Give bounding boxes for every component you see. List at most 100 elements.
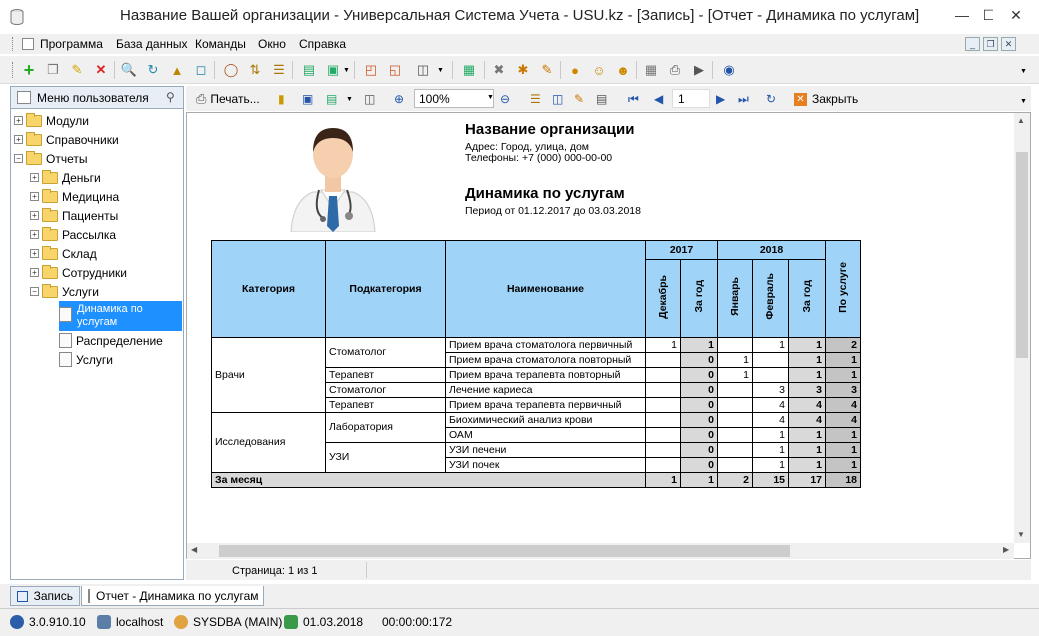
tools-icon[interactable]: ✖ xyxy=(490,61,508,79)
pin-icon[interactable]: ⚲ xyxy=(166,90,175,104)
first-page-icon[interactable]: ⏮ xyxy=(628,90,639,108)
collapse-icon[interactable]: − xyxy=(30,287,39,296)
expand-icon[interactable]: + xyxy=(30,249,39,258)
mdi-restore-button[interactable]: ❐ xyxy=(983,37,998,51)
chevron-down-icon[interactable]: ▼ xyxy=(346,96,353,103)
page-number-input[interactable]: 1 xyxy=(672,89,710,108)
next-page-icon[interactable]: ▶ xyxy=(716,90,725,108)
filter-icon[interactable]: ▲ xyxy=(168,61,186,79)
users-icon[interactable]: ☺ xyxy=(590,61,608,79)
close-window-icon[interactable]: ◱ xyxy=(386,61,404,79)
cell-subcategory: Терапевт xyxy=(325,397,446,413)
open-folder-icon[interactable]: ▮ xyxy=(278,90,285,108)
outline-icon[interactable]: ☰ xyxy=(530,90,541,108)
info-icon[interactable]: ◉ xyxy=(720,61,738,79)
close-label: Закрыть xyxy=(812,92,859,106)
edit-report-icon[interactable]: ✎ xyxy=(574,90,584,108)
toolbar-overflow-icon[interactable]: ▼ xyxy=(1020,98,1027,105)
vertical-scroll-thumb[interactable] xyxy=(1016,152,1028,358)
scroll-left-icon[interactable]: ◀ xyxy=(191,545,197,554)
scroll-down-icon[interactable]: ▼ xyxy=(1017,530,1025,539)
copy-icon[interactable]: ❐ xyxy=(44,61,62,79)
notes-icon[interactable]: ✎ xyxy=(538,61,556,79)
close-report-button[interactable]: ✕ Закрыть xyxy=(794,90,858,108)
puzzle-icon[interactable]: ✱ xyxy=(514,61,532,79)
tree-item-1[interactable]: + Справочники xyxy=(14,130,182,149)
tree-item-3[interactable]: + Деньги xyxy=(14,168,182,187)
user-menu-panel: Меню пользователя ⚲ + Модули + Справочники −… xyxy=(10,86,184,580)
tree-item-0[interactable]: + Модули xyxy=(14,111,182,130)
menu-window[interactable]: Окно xyxy=(258,37,286,51)
search-icon[interactable]: 🔍 xyxy=(120,61,138,79)
tree-item-5[interactable]: + Пациенты xyxy=(14,206,182,225)
prev-page-icon[interactable]: ◀ xyxy=(654,90,663,108)
expand-icon[interactable]: + xyxy=(14,116,23,125)
horizontal-scroll-thumb[interactable] xyxy=(219,545,790,557)
tree-item-7[interactable]: + Склад xyxy=(14,244,182,263)
refresh-icon[interactable]: ↻ xyxy=(144,61,162,79)
expand-icon[interactable]: + xyxy=(30,192,39,201)
menu-commands[interactable]: Команды xyxy=(195,37,246,51)
chevron-down-icon[interactable]: ▼ xyxy=(343,67,350,74)
expand-icon[interactable]: + xyxy=(30,230,39,239)
group-icon[interactable]: ☰ xyxy=(270,61,288,79)
menu-program[interactable]: Программа xyxy=(40,37,103,51)
thumbnails-icon[interactable]: ◫ xyxy=(552,90,563,108)
add-icon[interactable]: + xyxy=(20,60,38,80)
print-preview-icon[interactable]: ◫ xyxy=(414,61,432,79)
report-settings-icon[interactable]: ▤ xyxy=(596,90,607,108)
total-y17: 1 xyxy=(680,472,718,488)
scroll-right-icon[interactable]: ▶ xyxy=(1003,545,1009,554)
comment-icon[interactable]: ◻ xyxy=(192,61,210,79)
chevron-down-icon[interactable]: ▼ xyxy=(437,67,444,74)
menu-database[interactable]: База данных xyxy=(116,37,187,51)
print-button[interactable]: ⎙ Печать... xyxy=(196,90,260,108)
export-icon[interactable]: ▤ xyxy=(300,61,318,79)
new-window-icon[interactable]: ◰ xyxy=(362,61,380,79)
zoom-in-icon[interactable]: ⊕ xyxy=(394,90,404,108)
lock-icon[interactable]: ● xyxy=(566,61,584,79)
export-icon[interactable]: ▤ xyxy=(326,90,337,108)
tree-item-distribution[interactable]: Распределение xyxy=(59,331,163,350)
video-icon[interactable]: ▶ xyxy=(690,61,708,79)
expand-icon[interactable]: + xyxy=(30,268,39,277)
cell-jan xyxy=(717,457,753,473)
menu-help[interactable]: Справка xyxy=(299,37,346,51)
chevron-down-icon[interactable]: ▼ xyxy=(487,94,494,101)
print-label: Печать... xyxy=(210,92,260,106)
tree-item-4[interactable]: + Медицина xyxy=(14,187,182,206)
tree-item-6[interactable]: + Рассылка xyxy=(14,225,182,244)
col-name: Наименование xyxy=(445,240,646,338)
page-setup-icon[interactable]: ◫ xyxy=(364,90,375,108)
delete-icon[interactable]: ✕ xyxy=(92,61,110,79)
user-settings-icon[interactable]: ☻ xyxy=(614,61,632,79)
last-page-icon[interactable]: ⏭ xyxy=(738,90,749,108)
zoom-select[interactable]: 100% xyxy=(414,89,494,108)
scroll-up-icon[interactable]: ▲ xyxy=(1017,116,1025,125)
sort-icon[interactable]: ⇅ xyxy=(246,61,264,79)
tree-item-services-report[interactable]: Услуги xyxy=(59,350,113,369)
printer-icon[interactable]: ⎙ xyxy=(666,61,684,79)
mdi-close-button[interactable]: ✕ xyxy=(1001,37,1016,51)
tree-item-dynamics[interactable]: Динамика по услугам xyxy=(59,301,182,331)
tree-item-2[interactable]: − Отчеты xyxy=(14,149,182,168)
binoculars-icon[interactable]: ◯ xyxy=(222,61,240,79)
table-icon[interactable]: ▦ xyxy=(642,61,660,79)
tab-report[interactable]: Отчет - Динамика по услугам xyxy=(81,586,264,606)
expand-icon[interactable]: + xyxy=(30,173,39,182)
tab-record[interactable]: Запись xyxy=(10,586,80,606)
expand-icon[interactable]: + xyxy=(30,211,39,220)
mdi-minimize-button[interactable]: _ xyxy=(965,37,980,51)
collapse-icon[interactable]: − xyxy=(14,154,23,163)
save-icon[interactable]: ▣ xyxy=(302,90,313,108)
tree-item-9[interactable]: − Услуги xyxy=(14,282,182,301)
zoom-out-icon[interactable]: ⊖ xyxy=(500,90,510,108)
tree-item-8[interactable]: + Сотрудники xyxy=(14,263,182,282)
calendar-icon[interactable]: ▦ xyxy=(460,61,478,79)
edit-pencil-icon[interactable]: ✎ xyxy=(68,61,86,79)
close-window-button[interactable]: ✕ xyxy=(993,0,1039,30)
import-icon[interactable]: ▣ xyxy=(324,61,342,79)
expand-icon[interactable]: + xyxy=(14,135,23,144)
refresh-report-icon[interactable]: ↻ xyxy=(766,90,776,108)
toolbar-overflow-icon[interactable]: ▼ xyxy=(1020,68,1027,75)
